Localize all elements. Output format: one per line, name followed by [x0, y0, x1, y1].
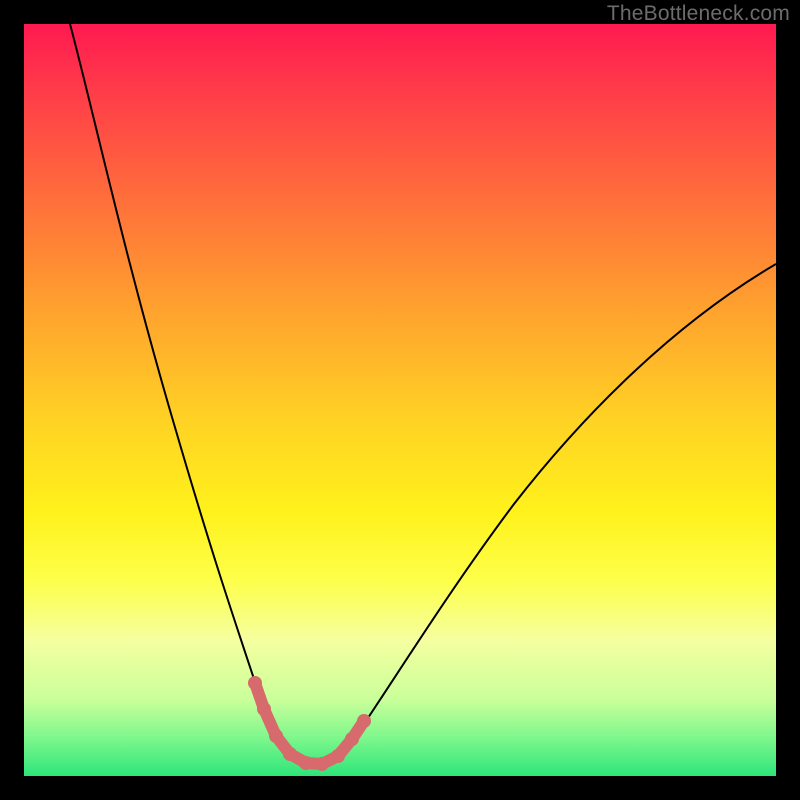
chart-plot-area [24, 24, 776, 776]
watermark-text: TheBottleneck.com [607, 2, 790, 26]
marker-dot [331, 749, 345, 763]
marker-dot [269, 729, 283, 743]
bottleneck-curve-right [309, 264, 776, 764]
marker-dot [299, 756, 313, 770]
bottleneck-curve-left [70, 24, 309, 764]
marker-dot [345, 732, 359, 746]
marker-dot [257, 702, 271, 716]
marker-dot [283, 747, 297, 761]
chart-svg [24, 24, 776, 776]
marker-dot [248, 676, 262, 690]
marker-dot [315, 757, 329, 771]
optimal-range-highlight [255, 683, 364, 764]
marker-dot [357, 714, 371, 728]
